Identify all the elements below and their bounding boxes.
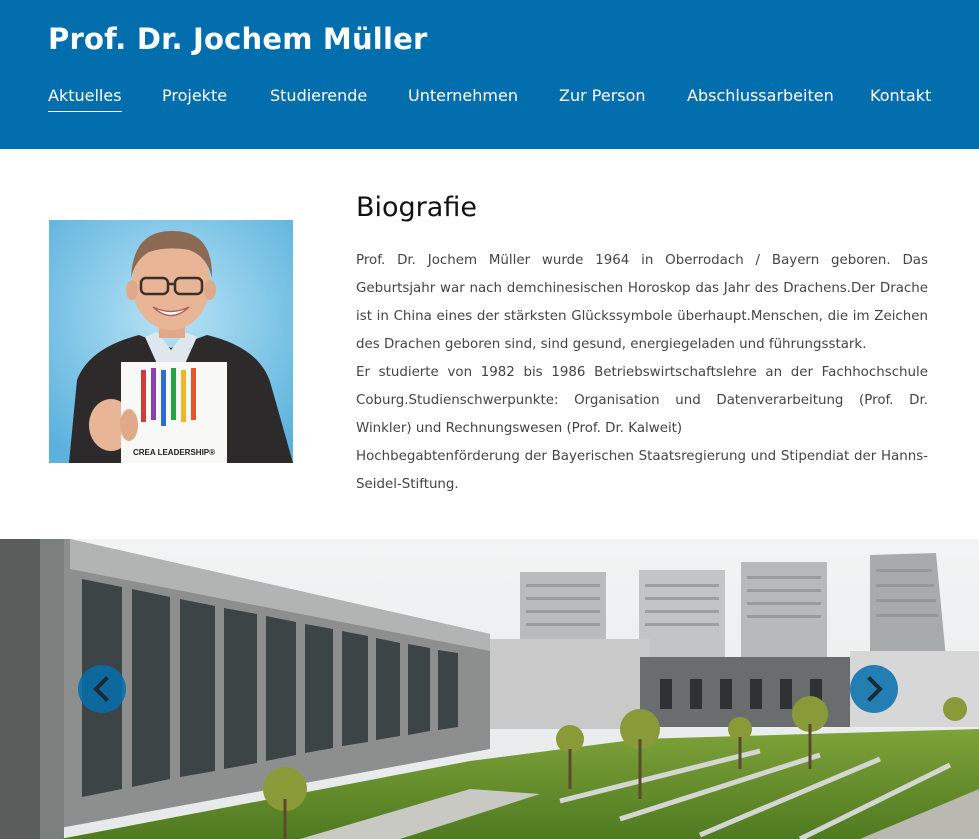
biography-paragraph: Hochbegabtenförderung der Bayerischen St… [356,449,928,492]
portrait-photo: CREA LEADERSHIP® [49,220,293,463]
nav-item-studierende[interactable]: Studierende [270,86,367,106]
biography-paragraph: Er studierte von 1982 bis 1986 Betriebsw… [356,365,928,436]
campus-illustration [0,539,979,839]
carousel-prev-button[interactable] [78,665,126,713]
carousel-next-button[interactable] [850,665,898,713]
nav-item-unternehmen[interactable]: Unternehmen [408,86,518,106]
main-nav: Aktuelles Projekte Studierende Unternehm… [0,86,979,116]
chevron-left-icon [93,676,109,702]
biography-title: Biografie [356,192,477,223]
biography-text: Prof. Dr. Jochem Müller wurde 1964 in Ob… [356,247,928,499]
nav-item-abschlussarbeiten[interactable]: Abschlussarbeiten [687,86,834,106]
site-header: Prof. Dr. Jochem Müller Aktuelles Projek… [0,0,979,149]
nav-item-zur-person[interactable]: Zur Person [559,86,646,106]
chevron-right-icon [867,676,883,702]
portrait-illustration: CREA LEADERSHIP® [49,220,293,463]
nav-item-kontakt[interactable]: Kontakt [870,86,931,106]
biography-paragraph: Prof. Dr. Jochem Müller wurde 1964 in Ob… [356,253,928,352]
book: CREA LEADERSHIP® [121,362,227,463]
nav-item-aktuelles[interactable]: Aktuelles [48,86,122,112]
nav-item-projekte[interactable]: Projekte [162,86,227,106]
site-title[interactable]: Prof. Dr. Jochem Müller [48,22,427,56]
campus-carousel-image [0,539,979,839]
book-title: CREA LEADERSHIP® [133,448,215,457]
